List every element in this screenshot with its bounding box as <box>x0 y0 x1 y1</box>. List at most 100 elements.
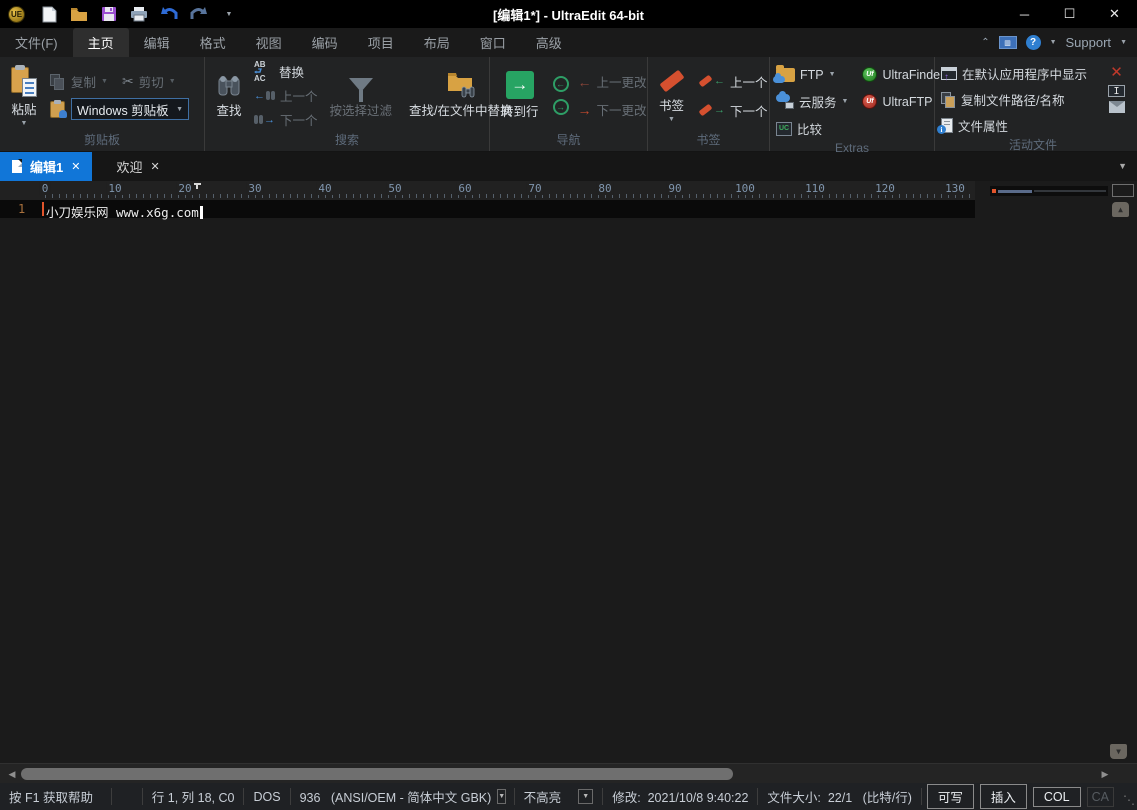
ruler-mark: 30 <box>246 182 263 195</box>
ribbon-tab-project[interactable]: 项目 <box>353 28 409 57</box>
quick-access-toolbar: ▼ <box>39 4 239 24</box>
horizontal-scrollbar[interactable]: ◀ ▶ <box>0 763 1137 783</box>
ruler-mark: 40 <box>316 182 333 195</box>
cut-button[interactable]: ✂ 剪切▼ <box>122 71 176 92</box>
doc-tab-close-icon[interactable]: ✕ <box>71 160 80 173</box>
compare-icon: UC <box>776 122 792 136</box>
editor-area[interactable]: 1 小刀娱乐网 www.x6g.com ▲ ▼ <box>0 200 1137 763</box>
find-in-files-icon <box>447 72 475 98</box>
collapse-ribbon-icon[interactable]: ⌃ <box>981 37 989 48</box>
file-properties-icon: i <box>941 118 953 133</box>
group-extras: FTP▼ 云服务▼ UC 比较 Uf UltraFinder <box>770 57 935 151</box>
status-encoding[interactable]: 936 (ANSI/OEM - 简体中文 GBK) ▼ <box>291 788 515 805</box>
copy-button[interactable]: 复制▼ <box>50 71 108 92</box>
prev-bookmark-button[interactable]: ← 上一个 <box>699 71 768 92</box>
resize-grip-icon[interactable]: ⋱ <box>1123 793 1135 807</box>
insert-mode-toggle[interactable]: 插入 <box>980 784 1027 809</box>
status-help: 按 F1 获取帮助 <box>0 788 112 805</box>
filter-funnel-icon <box>349 78 373 92</box>
bookmark-button[interactable]: 书签 ▼ <box>654 69 689 123</box>
scrollbar-thumb[interactable] <box>21 768 733 780</box>
column-ruler: 0102030405060708090100110120130 <box>0 181 975 200</box>
ribbon-tab-format[interactable]: 格式 <box>185 28 241 57</box>
prev-change-button[interactable]: ← 上一更改 <box>578 71 647 92</box>
support-dropdown-icon[interactable]: ▼ <box>1120 39 1127 46</box>
document-map-preview[interactable] <box>990 186 1108 196</box>
app-logo-icon[interactable]: UE <box>8 6 25 23</box>
doc-tab-close-icon[interactable]: ✕ <box>150 160 159 173</box>
minimize-button[interactable]: ─ <box>1002 0 1047 28</box>
scroll-right-icon[interactable]: ▶ <box>1098 767 1112 781</box>
group-label-clipboard: 剪贴板 <box>0 131 204 151</box>
bookmark-icon <box>659 69 684 92</box>
show-in-default-app-button[interactable]: ↑ 在默认应用程序中显示 <box>941 63 1098 84</box>
map-viewport-box[interactable] <box>1112 184 1134 197</box>
new-file-button[interactable] <box>39 4 59 24</box>
ruler-mark: 20 <box>176 182 193 195</box>
doc-tab-edit1[interactable]: 编辑1 ✕ <box>0 152 92 181</box>
rename-file-icon[interactable]: I <box>1108 85 1125 97</box>
goto-line-button[interactable]: → 转到行 <box>496 71 544 120</box>
compare-button[interactable]: UC 比较 <box>776 118 848 139</box>
help-dropdown-icon[interactable]: ▼ <box>1050 39 1057 46</box>
map-scroll-down-button[interactable]: ▼ <box>1110 744 1127 759</box>
find-prev-button[interactable]: ← 上一个 <box>254 85 318 106</box>
email-file-icon[interactable] <box>1109 101 1125 113</box>
scroll-left-icon[interactable]: ◀ <box>5 767 19 781</box>
paste-button[interactable]: 粘贴 ▼ <box>6 65 42 127</box>
doc-tab-welcome[interactable]: 欢迎 ✕ <box>104 152 171 181</box>
help-icon[interactable]: ? <box>1026 35 1041 50</box>
open-file-button[interactable] <box>69 4 89 24</box>
save-button[interactable] <box>99 4 119 24</box>
redo-button[interactable] <box>189 4 209 24</box>
ribbon-mode-icon[interactable]: ▥ <box>999 36 1017 49</box>
editor-text-line[interactable]: 小刀娱乐网 www.x6g.com <box>46 202 203 221</box>
next-change-button[interactable]: → 下一更改 <box>578 99 647 120</box>
open-folder-icon <box>70 7 88 22</box>
cloud-services-button[interactable]: 云服务▼ <box>776 91 848 112</box>
ribbon-tab-window[interactable]: 窗口 <box>465 28 521 57</box>
maximize-button[interactable]: ☐ <box>1047 0 1092 28</box>
ribbon-tab-view[interactable]: 视图 <box>241 28 297 57</box>
status-cursor-position[interactable]: 行 1, 列 18, C0 <box>143 788 245 805</box>
ruler-mark: 60 <box>456 182 473 195</box>
clipboard-select[interactable]: Windows 剪贴板 ▼ <box>71 98 189 120</box>
undo-button[interactable] <box>159 4 179 24</box>
ultrafinder-button[interactable]: Uf UltraFinder <box>862 64 944 85</box>
ribbon-tab-file[interactable]: 文件(F) <box>0 28 73 57</box>
ftp-button[interactable]: FTP▼ <box>776 64 848 85</box>
tab-list-dropdown-icon[interactable]: ▼ <box>1118 161 1127 171</box>
replace-button[interactable]: AB ⮐ AC 替换 <box>254 61 318 82</box>
ultraftp-button[interactable]: Uf UltraFTP <box>862 91 944 112</box>
next-bookmark-button[interactable]: → 下一个 <box>699 100 768 121</box>
map-scroll-up-button[interactable]: ▲ <box>1112 202 1129 217</box>
printer-icon <box>130 6 148 22</box>
line-number: 1 <box>18 202 25 216</box>
file-properties-button[interactable]: i 文件属性 <box>941 115 1098 136</box>
ribbon-tab-layout[interactable]: 布局 <box>409 28 465 57</box>
ribbon-tab-advanced[interactable]: 高级 <box>521 28 577 57</box>
status-syntax-highlight[interactable]: 不高亮 ▼ <box>515 788 604 805</box>
filter-by-selection-button[interactable]: 按选择过滤 <box>325 72 398 119</box>
ribbon-tab-home[interactable]: 主页 <box>73 28 129 57</box>
find-next-button[interactable]: → 下一个 <box>254 109 318 130</box>
support-menu[interactable]: Support <box>1066 35 1112 50</box>
status-line-ending[interactable]: DOS <box>244 788 290 805</box>
ribbon-tab-coding[interactable]: 编码 <box>297 28 353 57</box>
writable-toggle[interactable]: 可写 <box>927 784 974 809</box>
copy-file-path-button[interactable]: 复制文件路径/名称 <box>941 89 1098 110</box>
find-button[interactable]: 查找 <box>211 72 247 119</box>
close-button[interactable]: ✕ <box>1092 0 1137 28</box>
close-file-icon[interactable]: ✕ <box>1110 63 1123 81</box>
nav-forward-icon[interactable]: → <box>553 99 569 115</box>
nav-back-icon[interactable]: ← <box>553 76 569 92</box>
highlight-dropdown-icon[interactable]: ▼ <box>578 789 593 804</box>
ruler-mark: 100 <box>733 182 757 195</box>
ribbon-tab-edit[interactable]: 编辑 <box>129 28 185 57</box>
print-button[interactable] <box>129 4 149 24</box>
qat-customize-button[interactable]: ▼ <box>219 4 239 24</box>
clipboard-manager-icon[interactable] <box>50 101 65 118</box>
ribbon-home: 粘贴 ▼ 复制▼ ✂ 剪切▼ <box>0 57 1137 152</box>
column-mode-toggle[interactable]: COL <box>1033 787 1081 807</box>
encoding-dropdown-icon[interactable]: ▼ <box>497 789 506 804</box>
